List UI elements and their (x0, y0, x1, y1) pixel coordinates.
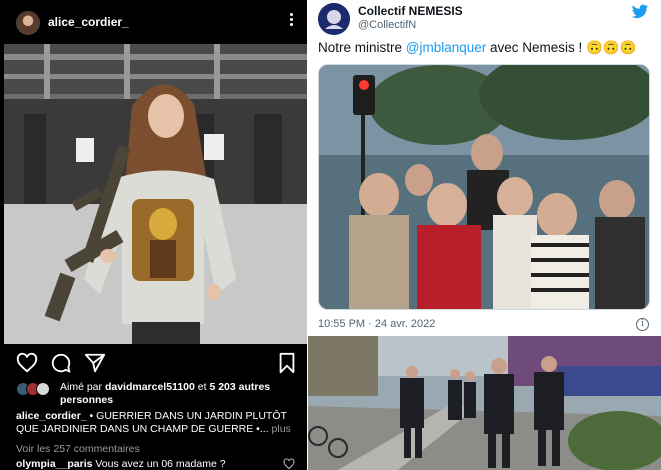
comment: olympia__paris Vous avez un 06 madame ? (16, 458, 226, 470)
liker-username[interactable]: davidmarcel51100 (105, 381, 195, 393)
tweet: Collectif NEMESIS @CollectifN Notre mini… (308, 0, 661, 335)
share-icon[interactable] (84, 352, 106, 374)
tweet-timestamp[interactable]: 10:55 PM · 24 avr. 2022 (318, 318, 435, 330)
likes-summary: Aimé par davidmarcel51100 et 5 203 autre… (16, 381, 301, 409)
tweet-text: Notre ministre @jmblanquer avec Nemesis … (318, 40, 637, 56)
instagram-post: alice_cordier_ Aimé par davidmarcel51100… (0, 0, 307, 470)
more-icon[interactable] (285, 11, 297, 31)
twitter-bird-icon[interactable] (631, 4, 649, 20)
bookmark-icon[interactable] (276, 352, 298, 374)
likes-text[interactable]: Aimé par davidmarcel51100 et 5 203 autre… (60, 381, 300, 407)
post-header: alice_cordier_ (0, 0, 307, 44)
avatar[interactable] (16, 11, 40, 35)
comment-text: Vous avez un 06 madame ? (92, 458, 226, 470)
view-comments-link[interactable]: Voir les 257 commentaires (16, 443, 140, 455)
heart-icon[interactable] (16, 352, 38, 374)
caption-more-link[interactable]: plus (269, 423, 291, 435)
tweet-photo[interactable] (318, 64, 650, 310)
likes-prefix: Aimé par (60, 381, 105, 393)
street-march-photo (308, 336, 661, 470)
tweet-text-after: avec Nemesis ! 🙃🙃🙃 (486, 40, 637, 55)
post-actions (0, 352, 307, 378)
post-username[interactable]: alice_cordier_ (48, 15, 129, 29)
caption-username[interactable]: alice_cordier_ (16, 410, 87, 422)
tweet-handle[interactable]: @CollectifN (358, 19, 416, 31)
comment-heart-icon[interactable] (283, 458, 295, 470)
comment-username[interactable]: olympia__paris (16, 458, 92, 470)
mention-link[interactable]: @jmblanquer (406, 40, 487, 55)
post-caption: alice_cordier_ • GUERRIER DANS UN JARDIN… (16, 410, 301, 436)
post-photo[interactable] (4, 44, 307, 344)
tweet-text-before: Notre ministre (318, 40, 406, 55)
likes-conjunction: et (194, 381, 210, 393)
avatar (36, 382, 50, 396)
avatar[interactable] (318, 3, 350, 35)
info-icon[interactable]: i (636, 318, 649, 331)
comment-icon[interactable] (50, 352, 72, 374)
liker-avatars[interactable] (16, 382, 54, 398)
tweet-display-name[interactable]: Collectif NEMESIS (358, 4, 463, 18)
